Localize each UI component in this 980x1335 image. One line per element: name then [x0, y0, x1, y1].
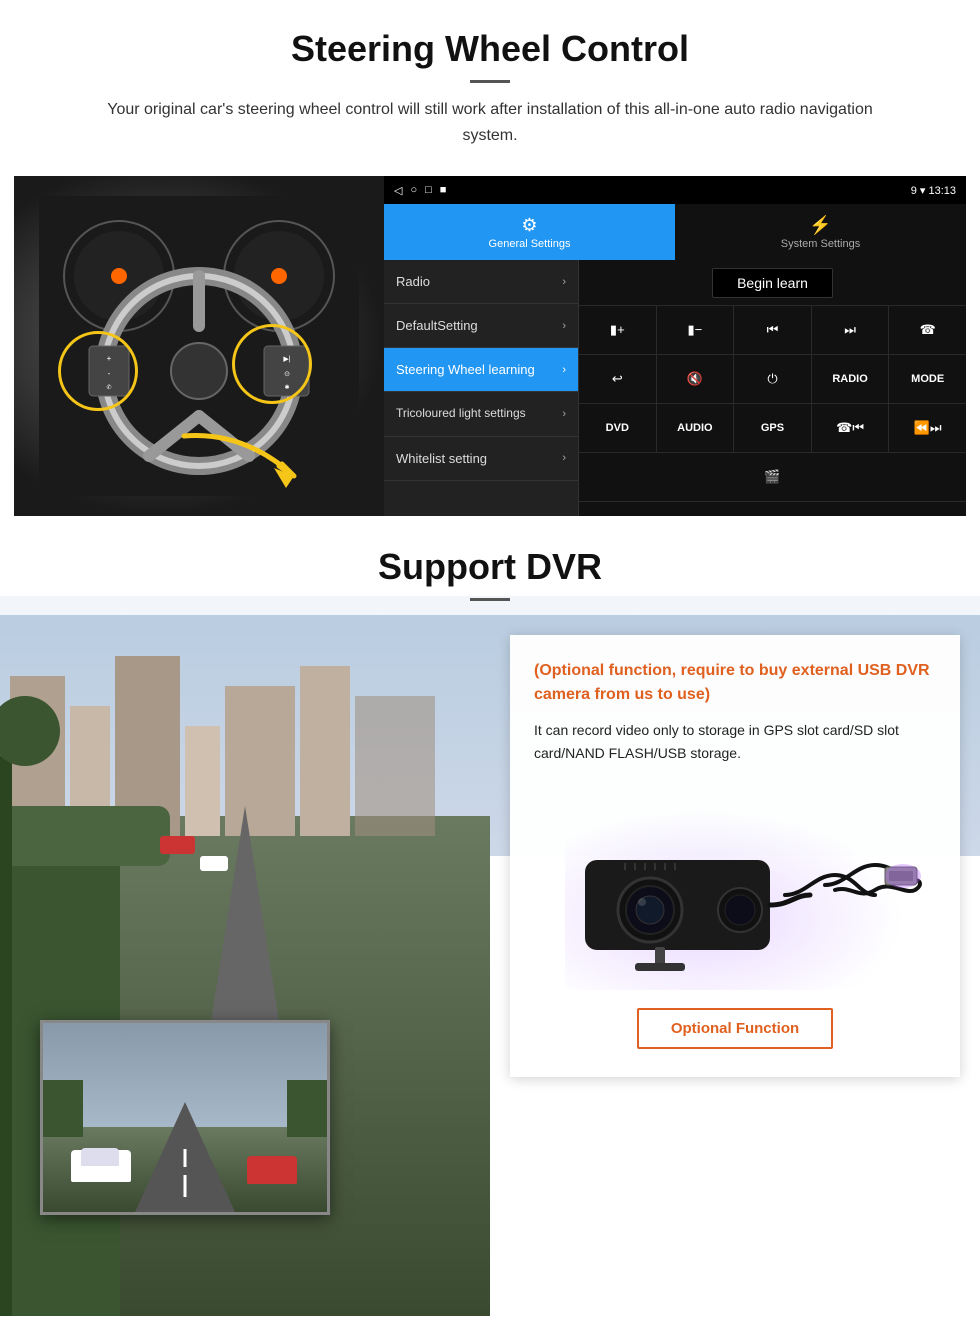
- phone-btn[interactable]: ☎: [889, 306, 966, 354]
- menu-item-steering-wheel[interactable]: Steering Wheel learning ›: [384, 348, 578, 392]
- svg-text:▶|: ▶|: [283, 356, 290, 363]
- dvr-title-divider: [470, 598, 510, 601]
- android-body: Radio › DefaultSetting › Steering Wheel …: [384, 260, 966, 516]
- menu-item-tricoloured[interactable]: Tricoloured light settings ›: [384, 392, 578, 437]
- settings-icon: ⚡: [809, 215, 831, 236]
- dvr-left-panel: [0, 615, 510, 1295]
- tab-system-settings[interactable]: ⚡ System Settings: [675, 204, 966, 260]
- svg-text:✆: ✆: [106, 384, 111, 391]
- dvr-header: Support DVR: [0, 516, 980, 615]
- ctrl-row-2: ↩ 🔇 ⏻ RADIO MODE: [579, 355, 966, 404]
- vol-plus-btn[interactable]: ▮+: [579, 306, 657, 354]
- dvr-camera-thumbnail: [40, 1020, 330, 1215]
- menu-item-radio[interactable]: Radio ›: [384, 260, 578, 304]
- radio-btn[interactable]: RADIO: [812, 355, 890, 403]
- settings-menu: Radio › DefaultSetting › Steering Wheel …: [384, 260, 579, 516]
- menu-item-default-setting[interactable]: DefaultSetting ›: [384, 304, 578, 348]
- recents-icon[interactable]: □: [425, 184, 432, 197]
- next-track-btn[interactable]: ⏭: [812, 306, 890, 354]
- swc-image-area: + - ✆ ▶| ⊙ ✱: [14, 176, 966, 516]
- tab-general-settings[interactable]: ⚙ General Settings: [384, 204, 675, 260]
- dvr-content-area: (Optional function, require to buy exter…: [0, 615, 980, 1295]
- chevron-icon: ›: [562, 407, 566, 421]
- menu-item-whitelist[interactable]: Whitelist setting ›: [384, 437, 578, 481]
- swc-header: Steering Wheel Control Your original car…: [0, 0, 980, 158]
- dvd-btn[interactable]: DVD: [579, 404, 657, 452]
- chevron-icon: ›: [562, 452, 566, 464]
- svg-text:+: +: [107, 354, 112, 363]
- wheel-background: + - ✆ ▶| ⊙ ✱: [14, 176, 384, 516]
- chevron-icon: ›: [562, 364, 566, 376]
- dvr-info-box: (Optional function, require to buy exter…: [510, 635, 960, 1077]
- section-dvr: Support DVR: [0, 516, 980, 1316]
- yellow-arrow-icon: [174, 426, 314, 496]
- begin-learn-row: Begin learn: [579, 260, 966, 306]
- thumbnail-inner: [43, 1023, 327, 1212]
- gear-icon: ⚙: [521, 215, 537, 236]
- dvr-title: Support DVR: [40, 546, 940, 588]
- swc-title: Steering Wheel Control: [40, 28, 940, 70]
- swc-description: Your original car's steering wheel contr…: [80, 97, 900, 148]
- steering-wheel-content: Begin learn ▮+ ▮− ⏮ ⏭ ☎ ↩: [579, 260, 966, 516]
- vol-minus-btn[interactable]: ▮−: [657, 306, 735, 354]
- svg-text:✱: ✱: [284, 384, 289, 391]
- phone-prev-btn[interactable]: ☎⏮: [812, 404, 890, 452]
- back-call-btn[interactable]: ↩: [579, 355, 657, 403]
- begin-learn-button[interactable]: Begin learn: [712, 268, 833, 298]
- swc-photo: + - ✆ ▶| ⊙ ✱: [14, 176, 384, 516]
- power-btn[interactable]: ⏻: [734, 355, 812, 403]
- status-time: 9 ▾ 13:13: [911, 184, 956, 197]
- optional-function-button[interactable]: Optional Function: [637, 1008, 833, 1049]
- back-icon[interactable]: ◁: [394, 184, 402, 197]
- audio-btn[interactable]: AUDIO: [657, 404, 735, 452]
- home-icon[interactable]: ○: [410, 184, 417, 197]
- cam-btn[interactable]: 🎬: [579, 453, 966, 501]
- android-ui-panel: ◁ ○ □ ■ 9 ▾ 13:13 ⚙ General Settings ⚡ S…: [384, 176, 966, 516]
- control-buttons-grid: ▮+ ▮− ⏮ ⏭ ☎ ↩ 🔇 ⏻ RADIO MODE: [579, 306, 966, 516]
- dvr-optional-text: (Optional function, require to buy exter…: [534, 659, 936, 707]
- swc-title-divider: [470, 80, 510, 83]
- dvr-camera-area: [534, 780, 936, 1000]
- nav-icons: ◁ ○ □ ■: [394, 184, 446, 197]
- chevron-icon: ›: [562, 320, 566, 332]
- dvr-right-panel: (Optional function, require to buy exter…: [510, 615, 980, 1295]
- chevron-icon: ›: [562, 276, 566, 288]
- section-steering-wheel: Steering Wheel Control Your original car…: [0, 0, 980, 516]
- mode-btn[interactable]: MODE: [889, 355, 966, 403]
- android-status-bar: ◁ ○ □ ■ 9 ▾ 13:13: [384, 176, 966, 204]
- tab-system-label: System Settings: [781, 238, 860, 250]
- prev-next-btn[interactable]: ⏪⏭: [889, 404, 966, 452]
- status-icons: 9 ▾ 13:13: [911, 184, 956, 197]
- mute-btn[interactable]: 🔇: [657, 355, 735, 403]
- gps-btn[interactable]: GPS: [734, 404, 812, 452]
- ctrl-row-1: ▮+ ▮− ⏮ ⏭ ☎: [579, 306, 966, 355]
- dvr-camera-icon: [545, 795, 925, 975]
- tab-general-label: General Settings: [489, 238, 571, 250]
- dvr-description: It can record video only to storage in G…: [534, 719, 936, 764]
- ctrl-row-4: 🎬: [579, 453, 966, 502]
- android-tab-row: ⚙ General Settings ⚡ System Settings: [384, 204, 966, 260]
- screenshot-icon[interactable]: ■: [440, 184, 447, 197]
- ctrl-row-3: DVD AUDIO GPS ☎⏮ ⏪⏭: [579, 404, 966, 453]
- svg-text:⊙: ⊙: [284, 371, 290, 378]
- prev-track-btn[interactable]: ⏮: [734, 306, 812, 354]
- svg-text:-: -: [108, 369, 111, 378]
